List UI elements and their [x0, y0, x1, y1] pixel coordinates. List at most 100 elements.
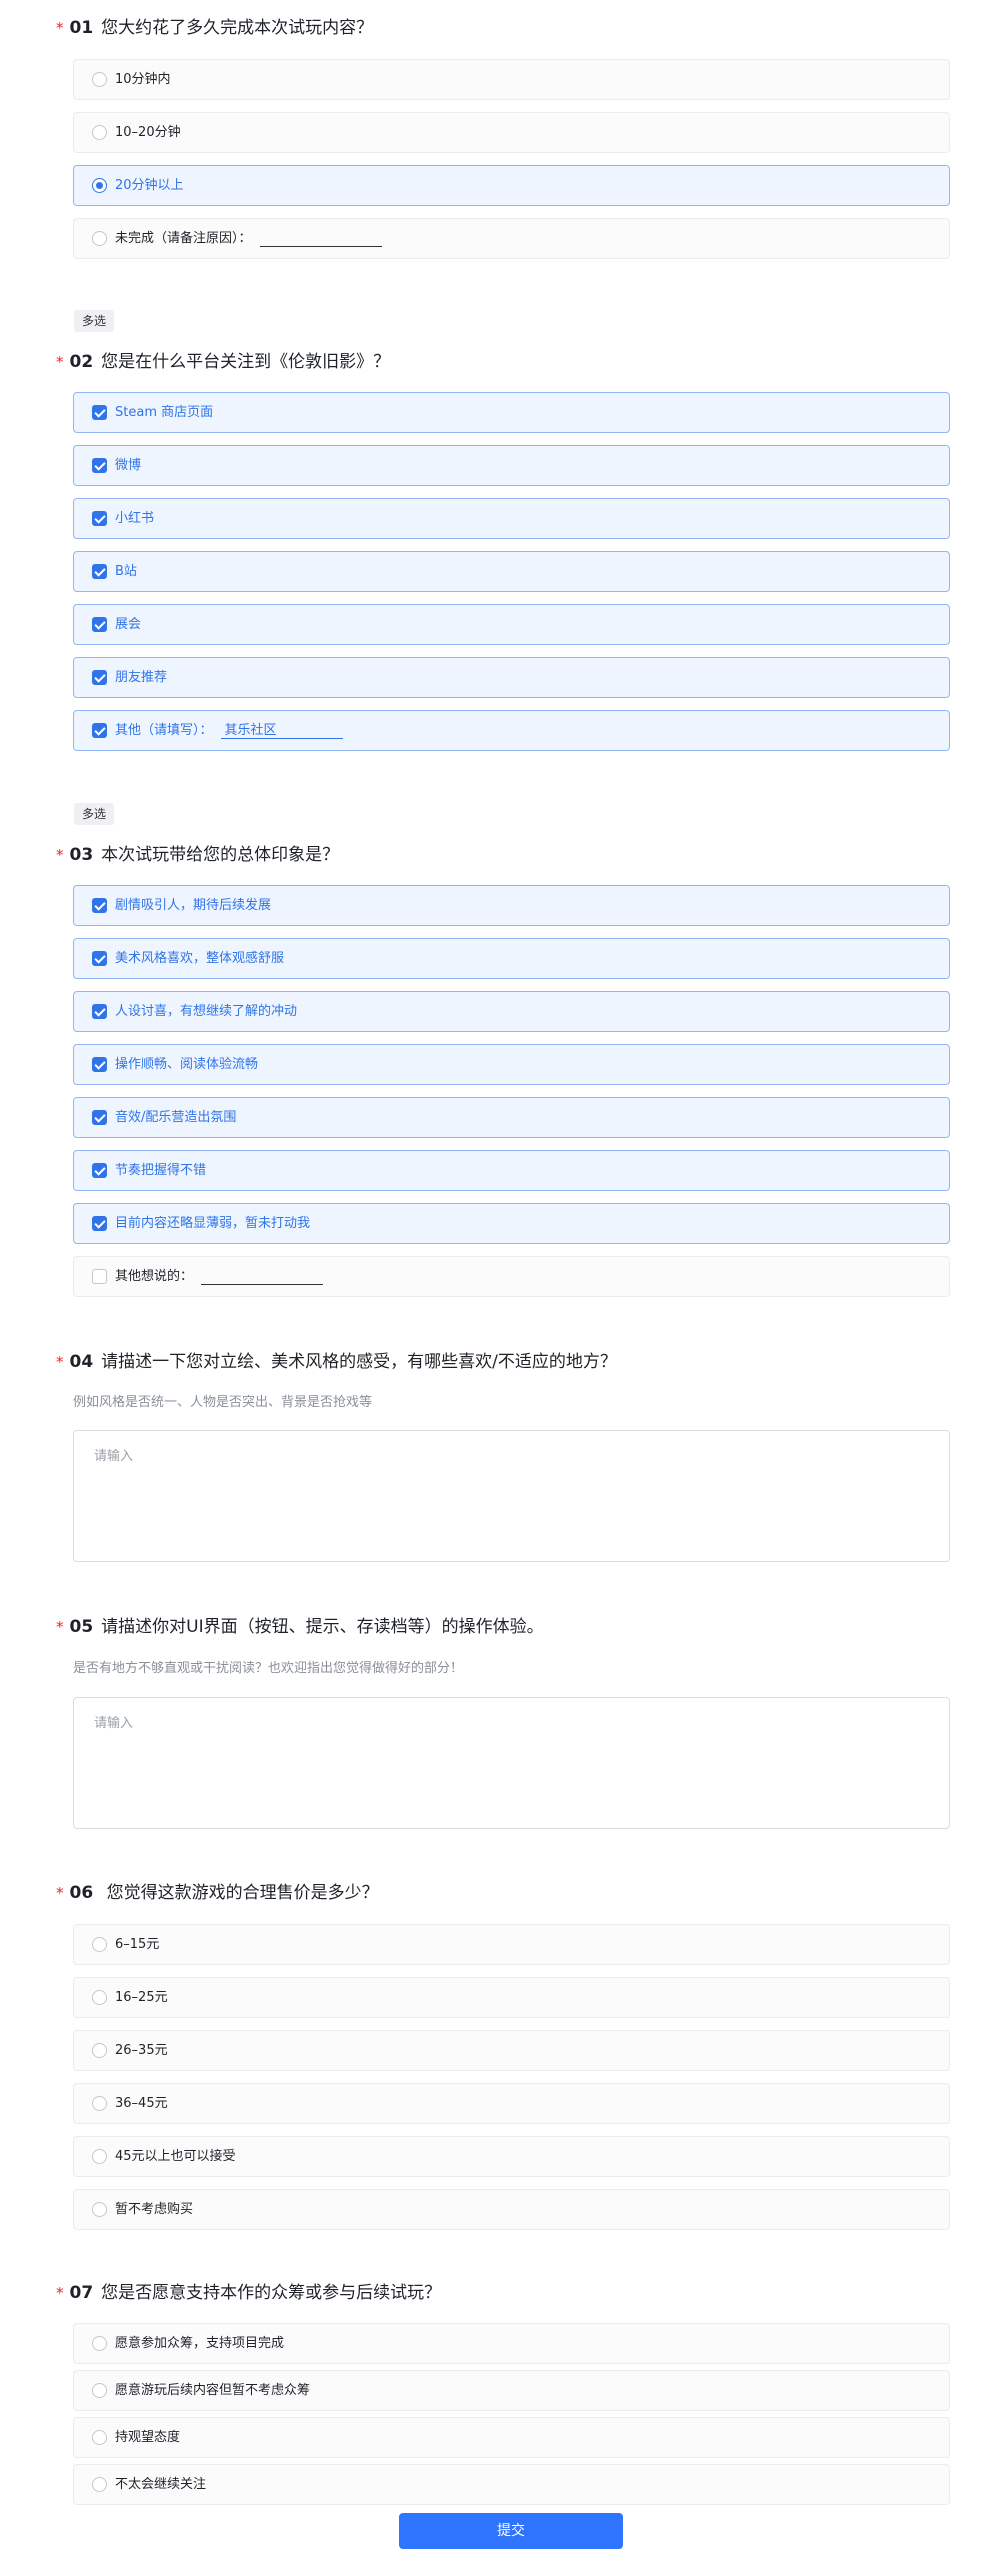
checkbox-checked-icon[interactable] [92, 898, 107, 913]
option-label: 操作顺畅、阅读体验流畅 [115, 1057, 259, 1072]
radio-icon[interactable] [92, 1990, 107, 2005]
question-number: 02 [69, 352, 94, 372]
art-feedback-textarea[interactable]: 请输入 [73, 1430, 950, 1562]
ui-feedback-textarea[interactable]: 请输入 [73, 1697, 950, 1829]
option-label: 愿意游玩后续内容但暂不考虑众筹 [115, 2383, 311, 2398]
checkbox-checked-icon[interactable] [92, 951, 107, 966]
option-crowdfund[interactable]: 愿意参加众筹，支持项目完成 [73, 2323, 950, 2364]
option-label: 45元以上也可以接受 [115, 2149, 236, 2164]
option-label: 音效/配乐营造出氛围 [115, 1110, 237, 1125]
option-price-6-15[interactable]: 6–15元 [73, 1924, 950, 1965]
checkbox-checked-icon[interactable] [92, 1057, 107, 1072]
checkbox-checked-icon[interactable] [92, 1216, 107, 1231]
checkbox-checked-icon[interactable] [92, 723, 107, 738]
radio-icon[interactable] [92, 231, 107, 246]
other-platform-input[interactable]: 其乐社区 [220, 722, 343, 739]
multi-select-tag: 多选 [74, 310, 115, 332]
option-other-thoughts[interactable]: 其他想说的： [73, 1256, 950, 1297]
option-wait-and-see[interactable]: 持观望态度 [73, 2417, 950, 2458]
checkbox-checked-icon[interactable] [92, 1004, 107, 1019]
question-title: * 05 请描述你对UI界面（按钮、提示、存读档等）的操作体验。 [56, 1615, 544, 1639]
radio-icon[interactable] [92, 2202, 107, 2217]
option-label: 10分钟内 [115, 72, 171, 87]
required-mark: * [56, 19, 64, 37]
checkbox-checked-icon[interactable] [92, 458, 107, 473]
option-label: 其他（请填写）： [115, 723, 213, 738]
radio-icon[interactable] [92, 2336, 107, 2351]
question-number: 03 [69, 845, 94, 865]
option-steam[interactable]: Steam 商店页面 [73, 392, 950, 433]
radio-selected-icon[interactable] [92, 178, 107, 193]
option-audio[interactable]: 音效/配乐营造出氛围 [73, 1097, 950, 1138]
option-label: 朋友推荐 [115, 670, 168, 685]
option-weibo[interactable]: 微博 [73, 445, 950, 486]
option-unfinished[interactable]: 未完成（请备注原因）： [73, 218, 950, 259]
option-other[interactable]: 其他（请填写）： 其乐社区 [73, 710, 950, 751]
option-price-16-25[interactable]: 16–25元 [73, 1977, 950, 2018]
question-subtitle: 是否有地方不够直观或干扰阅读？也欢迎指出您觉得做得好的部分！ [73, 1661, 464, 1676]
option-10min[interactable]: 10分钟内 [73, 59, 950, 100]
option-play-no-crowdfund[interactable]: 愿意游玩后续内容但暂不考虑众筹 [73, 2370, 950, 2411]
question-title: * 03 本次试玩带给您的总体印象是？ [56, 843, 339, 867]
option-label: 6–15元 [115, 1937, 160, 1952]
option-art[interactable]: 美术风格喜欢，整体观感舒服 [73, 938, 950, 979]
option-bilibili[interactable]: B站 [73, 551, 950, 592]
option-xiaohongshu[interactable]: 小红书 [73, 498, 950, 539]
option-label: 不太会继续关注 [115, 2477, 207, 2492]
textarea-placeholder: 请输入 [94, 1449, 134, 1464]
question-text: 您大约花了多久完成本次试玩内容？ [101, 18, 374, 38]
question-title: * 07 您是否愿意支持本作的众筹或参与后续试玩？ [56, 2281, 441, 2305]
option-label: Steam 商店页面 [115, 405, 214, 420]
question-number: 07 [69, 2283, 94, 2303]
radio-icon[interactable] [92, 2149, 107, 2164]
option-label: 10–20分钟 [115, 125, 181, 140]
required-mark: * [56, 1618, 64, 1636]
checkbox-checked-icon[interactable] [92, 1163, 107, 1178]
checkbox-checked-icon[interactable] [92, 670, 107, 685]
option-weak-content[interactable]: 目前内容还略显薄弱，暂未打动我 [73, 1203, 950, 1244]
option-label: 20分钟以上 [115, 178, 184, 193]
radio-icon[interactable] [92, 2096, 107, 2111]
question-text: 本次试玩带给您的总体印象是？ [101, 845, 340, 865]
radio-icon[interactable] [92, 2383, 107, 2398]
required-mark: * [56, 1884, 64, 1902]
option-label: 持观望态度 [115, 2430, 181, 2445]
other-platform-value: 其乐社区 [224, 722, 277, 738]
option-not-follow[interactable]: 不太会继续关注 [73, 2464, 950, 2505]
question-title: * 01 您大约花了多久完成本次试玩内容？ [56, 16, 373, 40]
option-characters[interactable]: 人设讨喜，有想继续了解的冲动 [73, 991, 950, 1032]
option-price-26-35[interactable]: 26–35元 [73, 2030, 950, 2071]
checkbox-checked-icon[interactable] [92, 617, 107, 632]
radio-icon[interactable] [92, 1937, 107, 1952]
radio-icon[interactable] [92, 2043, 107, 2058]
checkbox-checked-icon[interactable] [92, 1110, 107, 1125]
option-story[interactable]: 剧情吸引人，期待后续发展 [73, 885, 950, 926]
submit-button[interactable]: 提交 [399, 2513, 623, 2549]
checkbox-checked-icon[interactable] [92, 511, 107, 526]
checkbox-icon[interactable] [92, 1269, 107, 1284]
option-no-purchase[interactable]: 暂不考虑购买 [73, 2189, 950, 2230]
radio-icon[interactable] [92, 72, 107, 87]
question-title: * 06 您觉得这款游戏的合理售价是多少？ [56, 1881, 379, 1905]
option-label: 愿意参加众筹，支持项目完成 [115, 2336, 285, 2351]
required-mark: * [56, 1353, 64, 1371]
option-20min-plus[interactable]: 20分钟以上 [73, 165, 950, 206]
option-label: 其他想说的： [115, 1269, 194, 1284]
option-price-36-45[interactable]: 36–45元 [73, 2083, 950, 2124]
checkbox-checked-icon[interactable] [92, 405, 107, 420]
radio-icon[interactable] [92, 2430, 107, 2445]
option-friend[interactable]: 朋友推荐 [73, 657, 950, 698]
checkbox-checked-icon[interactable] [92, 564, 107, 579]
option-pacing[interactable]: 节奏把握得不错 [73, 1150, 950, 1191]
required-mark: * [56, 846, 64, 864]
other-thoughts-input[interactable] [201, 1269, 324, 1285]
option-label: 16–25元 [115, 1990, 168, 2005]
option-expo[interactable]: 展会 [73, 604, 950, 645]
radio-icon[interactable] [92, 2477, 107, 2492]
option-price-45-plus[interactable]: 45元以上也可以接受 [73, 2136, 950, 2177]
radio-icon[interactable] [92, 125, 107, 140]
other-reason-input[interactable] [259, 231, 382, 247]
option-controls[interactable]: 操作顺畅、阅读体验流畅 [73, 1044, 950, 1085]
option-label: 美术风格喜欢，整体观感舒服 [115, 951, 285, 966]
option-10-20min[interactable]: 10–20分钟 [73, 112, 950, 153]
